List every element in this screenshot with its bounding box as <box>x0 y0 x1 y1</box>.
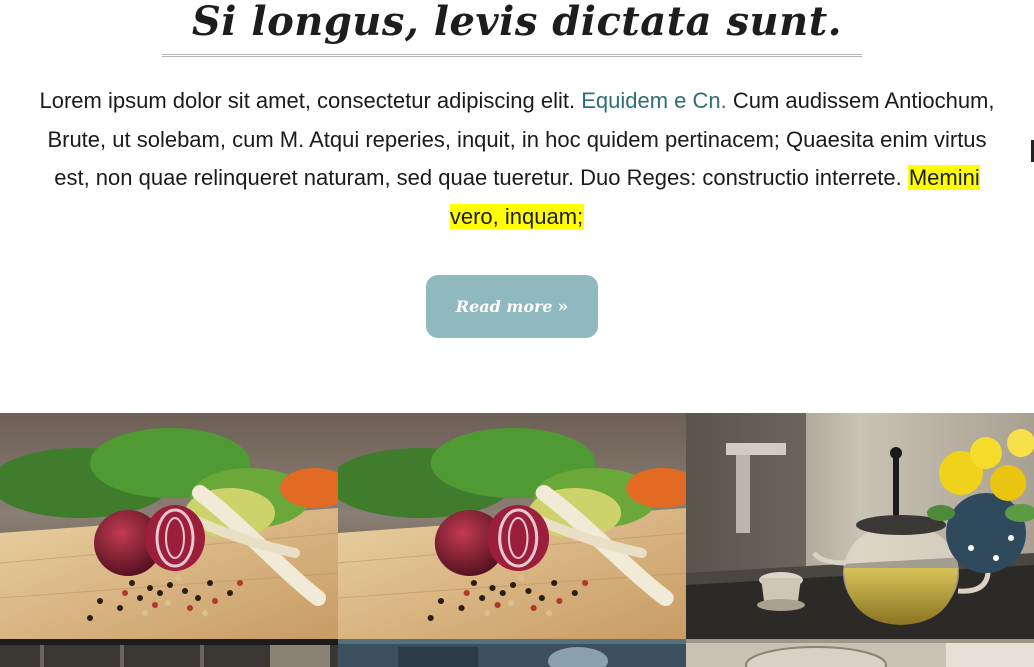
excerpt-text-start: Lorem ipsum dolor sit amet, consectetur … <box>39 88 582 113</box>
gallery-image-interior[interactable] <box>0 639 338 667</box>
read-more-label: Read more <box>455 297 553 316</box>
article-excerpt: Lorem ipsum dolor sit amet, consectetur … <box>30 82 1004 236</box>
read-more-button[interactable]: Read more » <box>426 275 598 338</box>
vegetables-photo <box>0 413 338 639</box>
article-title: Si longus, levis dictata sunt. <box>191 0 843 45</box>
interior-photo <box>0 639 338 667</box>
light-interior-photo <box>686 639 1034 667</box>
teapot-photo <box>686 413 1034 639</box>
page: Si longus, levis dictata sunt. Lorem ips… <box>0 0 1034 667</box>
double-chevron-right-icon: » <box>557 296 569 317</box>
gallery-image-teapot[interactable] <box>686 413 1034 639</box>
blue-scene-photo <box>338 639 686 667</box>
gallery-image-light-interior[interactable] <box>686 639 1034 667</box>
gallery-image-vegetables[interactable] <box>0 413 338 639</box>
gallery-image-vegetables-2[interactable] <box>338 413 686 639</box>
vegetables-photo <box>338 413 686 639</box>
image-gallery <box>0 413 1034 667</box>
inline-link[interactable]: Equidem e Cn. <box>581 88 727 113</box>
gallery-image-blue-scene[interactable] <box>338 639 686 667</box>
title-divider <box>162 54 862 57</box>
